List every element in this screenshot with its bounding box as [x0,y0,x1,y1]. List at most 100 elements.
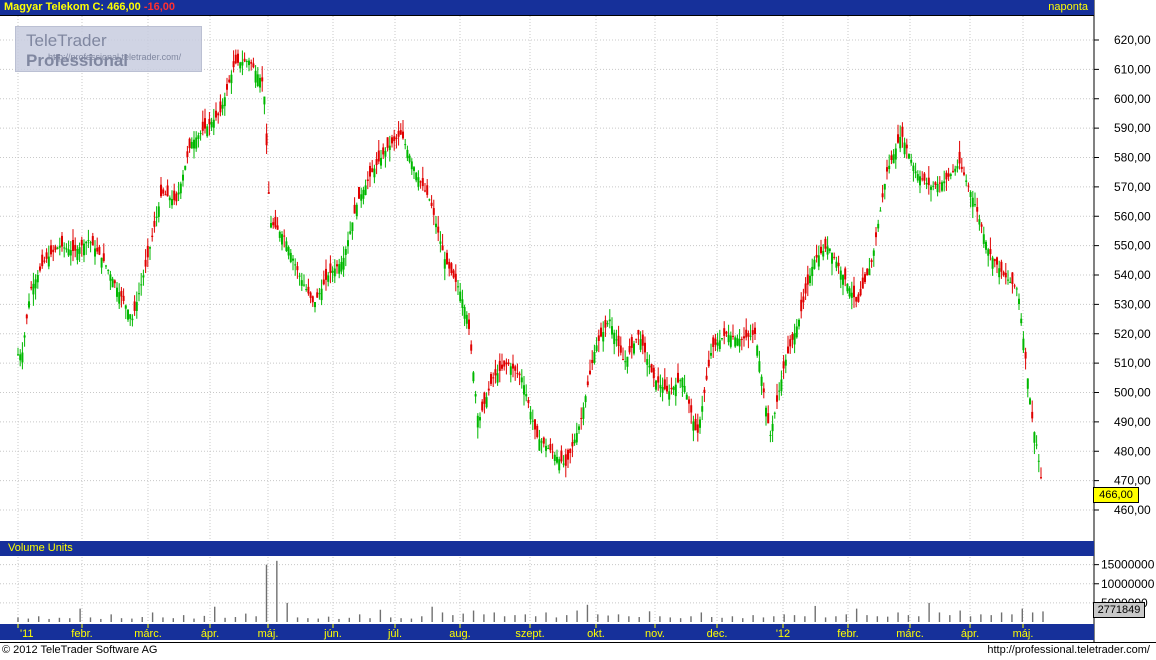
candle-body [371,168,374,173]
candle-body [443,259,446,269]
candle-body [63,247,66,249]
candle-body [140,284,143,286]
candle-body [938,182,941,184]
candle-body [67,249,70,256]
candle-body [1031,411,1034,419]
candle-body [707,359,710,367]
candle-body [683,385,686,392]
x-tick-label: márc. [134,628,162,640]
candle-body [406,149,409,159]
volume-tick-label: 15000000 [1101,558,1155,572]
candle-body [512,363,514,369]
candle-body [80,239,83,246]
last-price-tag: 466,00 [1093,487,1139,503]
candle-body [958,151,961,164]
candle-body [171,198,173,206]
teletrader-logo: TeleTrader Professional http://professio… [15,26,202,72]
candle-body [793,333,796,345]
candle-body [336,264,338,267]
y-tick-label: 600,00 [1114,92,1151,106]
x-axis: '11 febr. márc. ápr. máj. jún. júl. aug. szept. o… [17,624,1033,640]
candle-body [177,192,180,195]
candle-body [300,280,303,286]
candle-body [318,293,321,295]
candle-body [294,264,297,266]
candle-body [677,372,679,383]
candle-body [1018,298,1020,305]
candle-body [261,77,264,82]
candle-body [718,340,721,349]
candle-body [751,330,754,335]
y-tick-label: 520,00 [1114,327,1151,341]
candle-body [747,333,750,337]
footer-url[interactable]: http://professional.teletrader.com/ [987,644,1150,656]
candle-body [839,270,842,280]
candle-body [463,307,466,319]
candle-body [806,274,809,285]
candle-body [65,248,68,250]
candle-body [162,189,165,194]
candle-body [758,361,761,372]
candle-body [652,367,655,379]
candle-body [146,245,149,258]
candle-body [256,74,259,87]
candle-body [1013,285,1016,287]
candle-body [725,331,728,334]
candle-body [296,266,299,271]
candle-body [17,354,19,356]
candle-body [630,337,633,348]
candle-body [492,377,495,379]
candle-body [567,449,569,460]
candle-body [754,327,756,334]
candle-body [1022,338,1025,351]
candle-body [1024,351,1027,359]
candle-body [36,274,39,283]
candle-body [525,394,528,397]
candle-body [252,63,255,68]
candle-body [569,448,572,453]
candle-body [144,259,147,267]
candle-body [465,314,468,324]
candle-body [45,252,48,259]
candle-body [672,386,675,391]
candle-body [243,58,246,62]
candle-body [404,144,407,146]
candle-body [160,184,162,197]
candle-body [740,338,743,340]
candle-body [573,439,576,444]
candle-body [388,145,391,150]
candle-body [912,165,915,171]
period-label[interactable]: naponta [1048,1,1088,13]
candle-body [756,345,759,356]
candle-body [386,137,389,148]
candle-body [520,377,523,383]
candle-body [694,418,697,431]
candle-body [373,168,376,178]
candle-body [441,245,444,251]
candle-body [787,346,789,354]
candle-body [776,395,778,402]
candle-body [606,323,609,325]
candle-body [120,290,123,297]
candle-body [149,247,151,249]
candle-body [320,288,323,301]
candle-body [215,110,217,118]
candle-body [701,406,704,412]
candle-body [74,244,77,251]
footer: © 2012 TeleTrader Software AG http://pro… [0,642,1156,660]
candle-body [395,137,398,139]
candle-body [993,259,996,262]
candle-body [408,155,411,162]
candle-body [767,413,770,424]
candle-body [402,131,404,139]
candle-body [1011,272,1014,285]
candle-body [430,202,433,206]
y-tick-label: 540,00 [1114,268,1151,282]
candle-body [593,351,596,363]
candle-body [639,339,642,350]
candle-body [360,194,363,201]
candle-body [193,139,195,149]
candle-body [760,376,763,386]
candle-body [21,352,24,363]
candle-body [98,246,101,255]
